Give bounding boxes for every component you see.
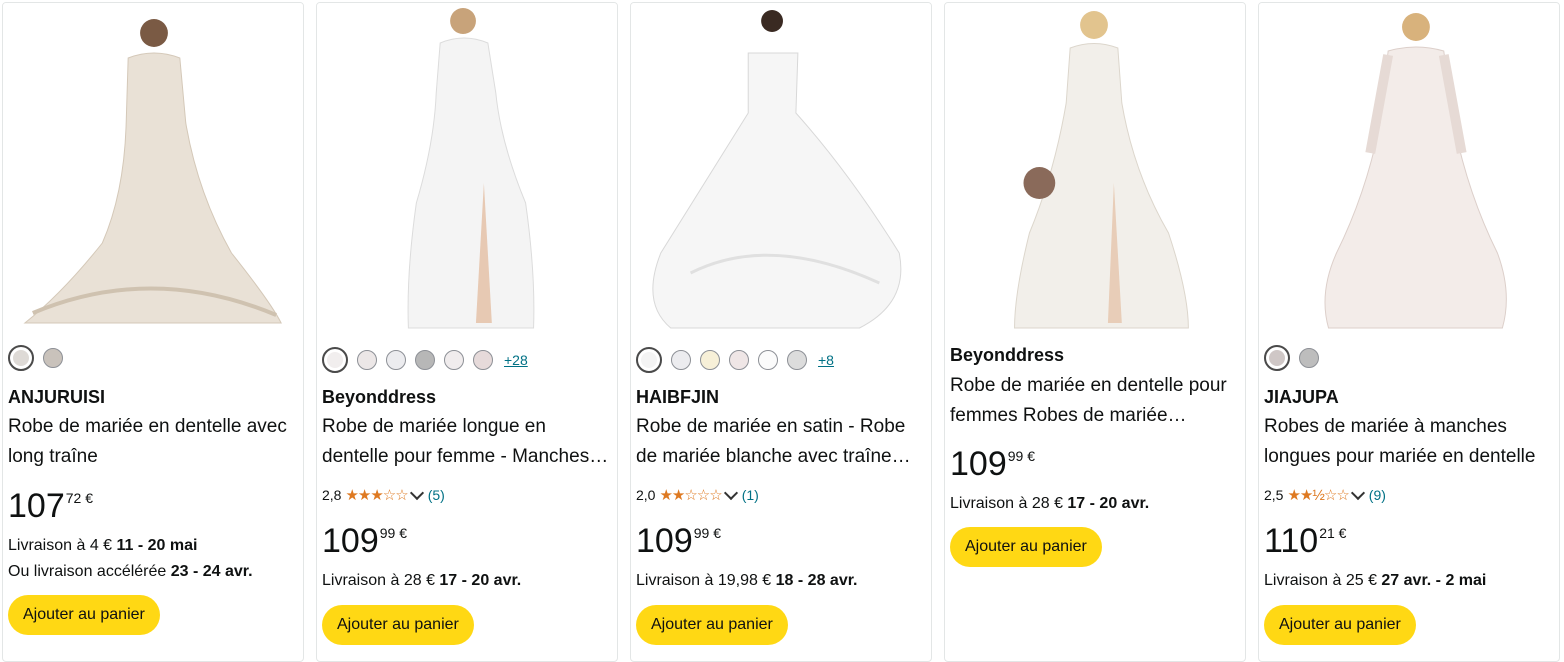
- rating-value: 2,5: [1264, 487, 1284, 503]
- color-swatch[interactable]: [415, 350, 435, 370]
- price-fraction: 72 €: [65, 490, 93, 506]
- product-image[interactable]: [631, 3, 931, 333]
- delivery-date: 11 - 20 mai: [116, 537, 198, 554]
- product-card[interactable]: +8 HAIBFJIN Robe de mariée en satin - Ro…: [630, 2, 932, 662]
- delivery-date: 18 - 28 avr.: [775, 572, 858, 589]
- color-swatch[interactable]: [43, 348, 63, 368]
- color-swatch[interactable]: [1299, 348, 1319, 368]
- product-title[interactable]: Robe de mariée longue en dentelle pour f…: [322, 412, 610, 472]
- product-card[interactable]: Beyonddress Robe de mariée en dentelle p…: [944, 2, 1246, 662]
- color-swatch[interactable]: [357, 350, 377, 370]
- chevron-down-icon[interactable]: [723, 485, 738, 501]
- product-title[interactable]: Robes de mariée à manches longues pour m…: [1264, 412, 1552, 472]
- color-swatch[interactable]: [1264, 345, 1290, 371]
- product-image[interactable]: [3, 3, 303, 333]
- price-fraction: 99 €: [693, 525, 721, 541]
- rating-stars: ★★½☆☆: [1287, 487, 1349, 504]
- delivery-date: 27 avr. - 2 mai: [1381, 572, 1487, 589]
- product-image[interactable]: [317, 3, 617, 333]
- delivery-info: Livraison à 28 € 17 - 20 avr.: [322, 572, 521, 590]
- price-fraction: 99 €: [379, 525, 407, 541]
- color-swatch[interactable]: [787, 350, 807, 370]
- add-to-cart-button[interactable]: Ajouter au panier: [8, 595, 160, 635]
- color-swatches: [8, 345, 63, 371]
- rating-count-link[interactable]: (5): [428, 487, 445, 503]
- product-price: 110 21 €: [1264, 524, 1346, 558]
- product-image[interactable]: [945, 3, 1245, 333]
- add-to-cart-button[interactable]: Ajouter au panier: [950, 527, 1102, 567]
- delivery-prefix: Livraison à 19,98 €: [636, 572, 776, 589]
- rating-value: 2,8: [322, 487, 342, 503]
- delivery-info: Livraison à 19,98 € 18 - 28 avr.: [636, 572, 858, 590]
- product-brand: Beyonddress: [950, 345, 1065, 365]
- delivery-prefix: Livraison à 28 €: [950, 495, 1068, 512]
- chevron-down-icon[interactable]: [409, 485, 424, 501]
- delivery-prefix: Livraison à 4 €: [8, 537, 117, 554]
- product-card[interactable]: ANJURUISI Robe de mariée en dentelle ave…: [2, 2, 304, 662]
- chevron-down-icon[interactable]: [1350, 485, 1365, 501]
- product-rating[interactable]: 2,0 ★★☆☆☆ (1): [636, 485, 759, 504]
- product-brand: Beyonddress: [322, 387, 437, 407]
- product-brand: ANJURUISI: [8, 387, 106, 407]
- color-swatch[interactable]: [758, 350, 778, 370]
- price-fraction: 21 €: [1319, 525, 1347, 541]
- add-to-cart-button[interactable]: Ajouter au panier: [636, 605, 788, 645]
- fast-delivery-prefix: Ou livraison accélérée: [8, 563, 171, 580]
- product-price: 107 72 €: [8, 489, 93, 523]
- color-swatch[interactable]: [671, 350, 691, 370]
- rating-count-link[interactable]: (1): [742, 487, 759, 503]
- more-colors-link[interactable]: +28: [504, 352, 528, 368]
- product-title[interactable]: Robe de mariée en dentelle avec long tra…: [8, 412, 296, 472]
- add-to-cart-button[interactable]: Ajouter au panier: [322, 605, 474, 645]
- rating-value: 2,0: [636, 487, 656, 503]
- color-swatch[interactable]: [444, 350, 464, 370]
- product-title[interactable]: Robe de mariée en dentelle pour femmes R…: [950, 371, 1238, 431]
- price-whole: 107: [8, 487, 65, 525]
- color-swatches: +8: [636, 347, 834, 373]
- product-title[interactable]: Robe de mariée en satin - Robe de mariée…: [636, 412, 924, 472]
- color-swatch[interactable]: [636, 347, 662, 373]
- delivery-date: 17 - 20 avr.: [1067, 495, 1150, 512]
- product-price: 109 99 €: [636, 524, 721, 558]
- product-price: 109 99 €: [950, 447, 1035, 481]
- fast-delivery-date: 23 - 24 avr.: [170, 563, 253, 580]
- product-card[interactable]: JIAJUPA Robes de mariée à manches longue…: [1258, 2, 1560, 662]
- product-brand: HAIBFJIN: [636, 387, 720, 407]
- price-fraction: 99 €: [1007, 448, 1035, 464]
- product-brand: JIAJUPA: [1264, 387, 1339, 407]
- delivery-info: Livraison à 28 € 17 - 20 avr.: [950, 495, 1149, 513]
- more-colors-link[interactable]: +8: [818, 352, 834, 368]
- price-whole: 109: [322, 522, 379, 560]
- product-rating[interactable]: 2,8 ★★★☆☆ (5): [322, 485, 445, 504]
- color-swatch[interactable]: [700, 350, 720, 370]
- color-swatch[interactable]: [729, 350, 749, 370]
- delivery-info: Livraison à 25 € 27 avr. - 2 mai: [1264, 572, 1486, 590]
- delivery-info: Livraison à 4 € 11 - 20 mai: [8, 537, 197, 555]
- delivery-date: 17 - 20 avr.: [439, 572, 522, 589]
- rating-stars: ★★☆☆☆: [659, 487, 722, 504]
- delivery-prefix: Livraison à 25 €: [1264, 572, 1382, 589]
- color-swatch[interactable]: [322, 347, 348, 373]
- delivery-prefix: Livraison à 28 €: [322, 572, 440, 589]
- rating-count-link[interactable]: (9): [1369, 487, 1386, 503]
- color-swatch[interactable]: [473, 350, 493, 370]
- price-whole: 110: [1264, 522, 1319, 560]
- product-rating[interactable]: 2,5 ★★½☆☆ (9): [1264, 485, 1386, 504]
- color-swatch[interactable]: [8, 345, 34, 371]
- color-swatch[interactable]: [386, 350, 406, 370]
- fast-delivery-info: Ou livraison accélérée 23 - 24 avr.: [8, 563, 253, 581]
- price-whole: 109: [950, 445, 1007, 483]
- product-card[interactable]: +28 Beyonddress Robe de mariée longue en…: [316, 2, 618, 662]
- color-swatches: [1264, 345, 1319, 371]
- color-swatches: +28: [322, 347, 528, 373]
- price-whole: 109: [636, 522, 693, 560]
- rating-stars: ★★★☆☆: [345, 487, 408, 504]
- add-to-cart-button[interactable]: Ajouter au panier: [1264, 605, 1416, 645]
- product-image[interactable]: [1259, 3, 1559, 333]
- product-price: 109 99 €: [322, 524, 407, 558]
